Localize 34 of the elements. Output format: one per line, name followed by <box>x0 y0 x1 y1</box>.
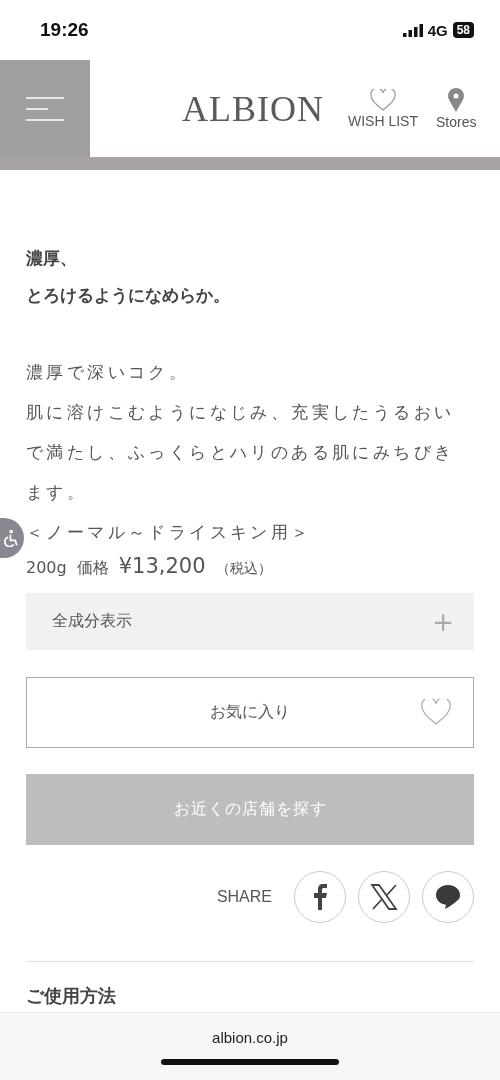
product-size: 200g <box>26 558 67 577</box>
status-time: 19:26 <box>40 19 89 41</box>
product-description: 肌に溶けこむようになじみ、充実したうるおいで満たし、ふっくらとハリのある肌にみちびきます。 <box>26 401 456 504</box>
network-label: 4G <box>427 21 448 39</box>
price-amount: ¥13,200 <box>118 554 206 578</box>
accessibility-icon <box>4 529 20 547</box>
expand-icon: + <box>432 606 454 637</box>
share-button[interactable] <box>358 871 410 923</box>
wish-list-button[interactable]: WISH LIST <box>348 88 418 129</box>
price-label: 価格 <box>76 558 109 579</box>
product-description: 濃厚で深いコク。 <box>26 361 191 384</box>
x-logo-icon <box>370 883 398 911</box>
share-button[interactable] <box>294 871 346 923</box>
share-label: SHARE <box>216 888 272 906</box>
brand-logo[interactable]: ALBION <box>182 87 324 130</box>
accessibility-button[interactable] <box>0 518 24 558</box>
accordion-label: 全成分表示 <box>52 611 132 632</box>
map-pin-icon <box>448 87 465 112</box>
url-label[interactable]: albion.co.jp <box>212 1029 288 1046</box>
share-button[interactable] <box>422 871 474 923</box>
ingredients-accordion[interactable]: 全成分表示 + <box>26 593 474 650</box>
favorite-button[interactable]: お気に入り <box>26 677 474 748</box>
section-heading: ご使用方法 <box>26 984 117 1008</box>
product-headline: 濃厚、 <box>26 247 78 270</box>
battery-indicator: 58 <box>452 22 474 38</box>
product-headline: とろけるようになめらか。 <box>26 284 231 307</box>
facebook-icon <box>313 884 327 910</box>
heart-icon <box>421 699 451 725</box>
tax-note: （税込） <box>215 560 272 578</box>
menu-icon <box>25 95 65 122</box>
signal-icon <box>402 23 423 37</box>
heart-icon <box>370 88 396 111</box>
stores-button[interactable]: Stores <box>436 87 477 130</box>
product-description: ＜ノーマル～ドライスキン用＞ <box>26 521 313 544</box>
